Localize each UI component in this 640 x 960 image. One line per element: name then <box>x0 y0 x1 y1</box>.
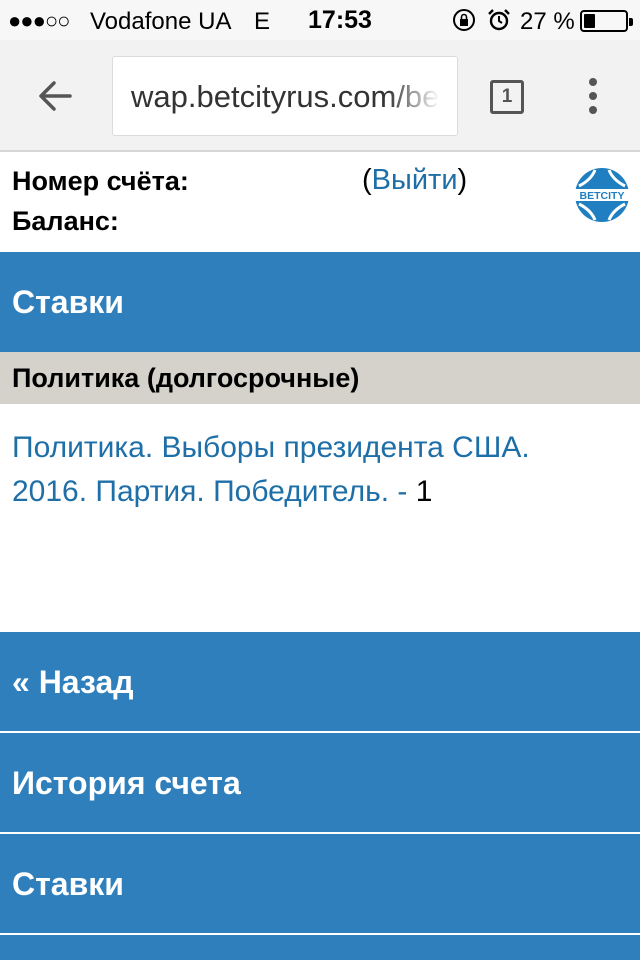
battery-percent: 27 % <box>520 8 575 35</box>
url-fade <box>387 57 457 135</box>
nav-back-button[interactable]: « Назад <box>0 632 640 733</box>
more-vert-icon[interactable] <box>580 76 606 116</box>
category-header: Политика (долгосрочные) <box>0 352 640 404</box>
nav-bets-button[interactable]: Ставки <box>0 834 640 935</box>
address-bar[interactable]: wap.betcityrus.com/be <box>112 56 458 136</box>
bottom-nav: « Назад История счета Ставки <box>0 632 640 960</box>
signal-strength: ●●●○○ <box>8 8 70 33</box>
logout-paren-close: ) <box>457 164 468 196</box>
betcity-logo[interactable]: BETCITY <box>573 166 631 224</box>
nav-next-item-partial[interactable] <box>0 935 640 960</box>
event-item: Политика. Выборы президента США. 2016. П… <box>12 426 612 514</box>
clock: 17:53 <box>308 6 372 34</box>
logout-paren-open: ( <box>362 164 372 196</box>
balance-label: Баланс: <box>12 206 119 236</box>
event-link[interactable]: Политика. Выборы президента США. 2016. П… <box>12 431 530 508</box>
status-bar: ●●●○○ Vodafone UA E 17:53 27 % <box>0 0 640 40</box>
nav-history-button[interactable]: История счета <box>0 733 640 834</box>
battery-fill <box>584 14 595 28</box>
tabs-icon[interactable]: 1 <box>490 80 524 114</box>
battery-cap <box>629 18 633 26</box>
rotation-lock-icon <box>453 9 475 31</box>
browser-toolbar: wap.betcityrus.com/be 1 <box>0 40 640 152</box>
network-type: E <box>254 8 271 35</box>
logout: (Выйти) <box>362 164 467 197</box>
battery-icon <box>580 10 633 32</box>
carrier-name: Vodafone UA <box>90 8 232 35</box>
alarm-icon <box>488 9 510 31</box>
logo-text: BETCITY <box>580 190 625 202</box>
section-title-bets: Ставки <box>0 252 640 352</box>
account-info: Номер счёта: Баланс: (Выйти) BETCITY <box>0 154 640 252</box>
account-number-label: Номер счёта: <box>12 166 189 196</box>
logout-link[interactable]: Выйти <box>372 164 458 196</box>
event-count: 1 <box>407 475 433 508</box>
back-arrow-icon[interactable] <box>34 74 78 118</box>
